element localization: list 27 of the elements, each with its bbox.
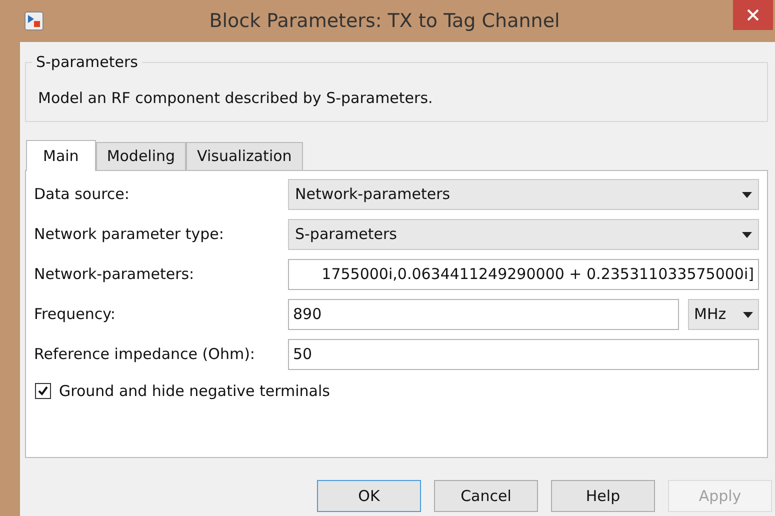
dialog-button[interactable]: Help <box>551 480 655 512</box>
app-icon <box>24 11 44 31</box>
input-field[interactable]: 1755000i,0.0634411249290000 + 0.235311033575000i] <box>288 259 759 290</box>
checkbox[interactable] <box>35 383 51 400</box>
unit-dropdown[interactable]: MHz <box>688 299 759 330</box>
description: Model an RF component described by S-parameters. <box>38 88 433 109</box>
close-button[interactable] <box>733 0 773 30</box>
field-label: Network parameter type: <box>34 224 225 246</box>
field-label: Frequency: <box>34 304 116 326</box>
input-field[interactable]: 890 <box>288 299 679 330</box>
field-label: Network-parameters: <box>34 264 196 286</box>
dropdown[interactable]: S-parameters <box>288 219 759 250</box>
caret-icon <box>742 232 752 238</box>
caret-icon <box>743 312 753 318</box>
dropdown[interactable]: Network-parameters <box>288 179 759 210</box>
window-title: Block Parameters: TX to Tag Channel <box>209 8 560 34</box>
checkbox-label: Ground and hide negative terminals <box>59 381 330 402</box>
close-icon <box>747 9 759 21</box>
tab[interactable]: Modeling <box>96 142 186 170</box>
field-label: Reference impedance (Ohm): <box>34 344 256 366</box>
input-field[interactable]: 50 <box>288 339 759 370</box>
caret-icon <box>742 192 752 198</box>
field-label: Data source: <box>34 184 130 206</box>
tab[interactable]: Visualization <box>186 142 303 170</box>
dialog-button[interactable]: OK <box>317 480 421 512</box>
tab[interactable]: Main <box>26 140 96 171</box>
dialog-button[interactable]: Cancel <box>434 480 538 512</box>
